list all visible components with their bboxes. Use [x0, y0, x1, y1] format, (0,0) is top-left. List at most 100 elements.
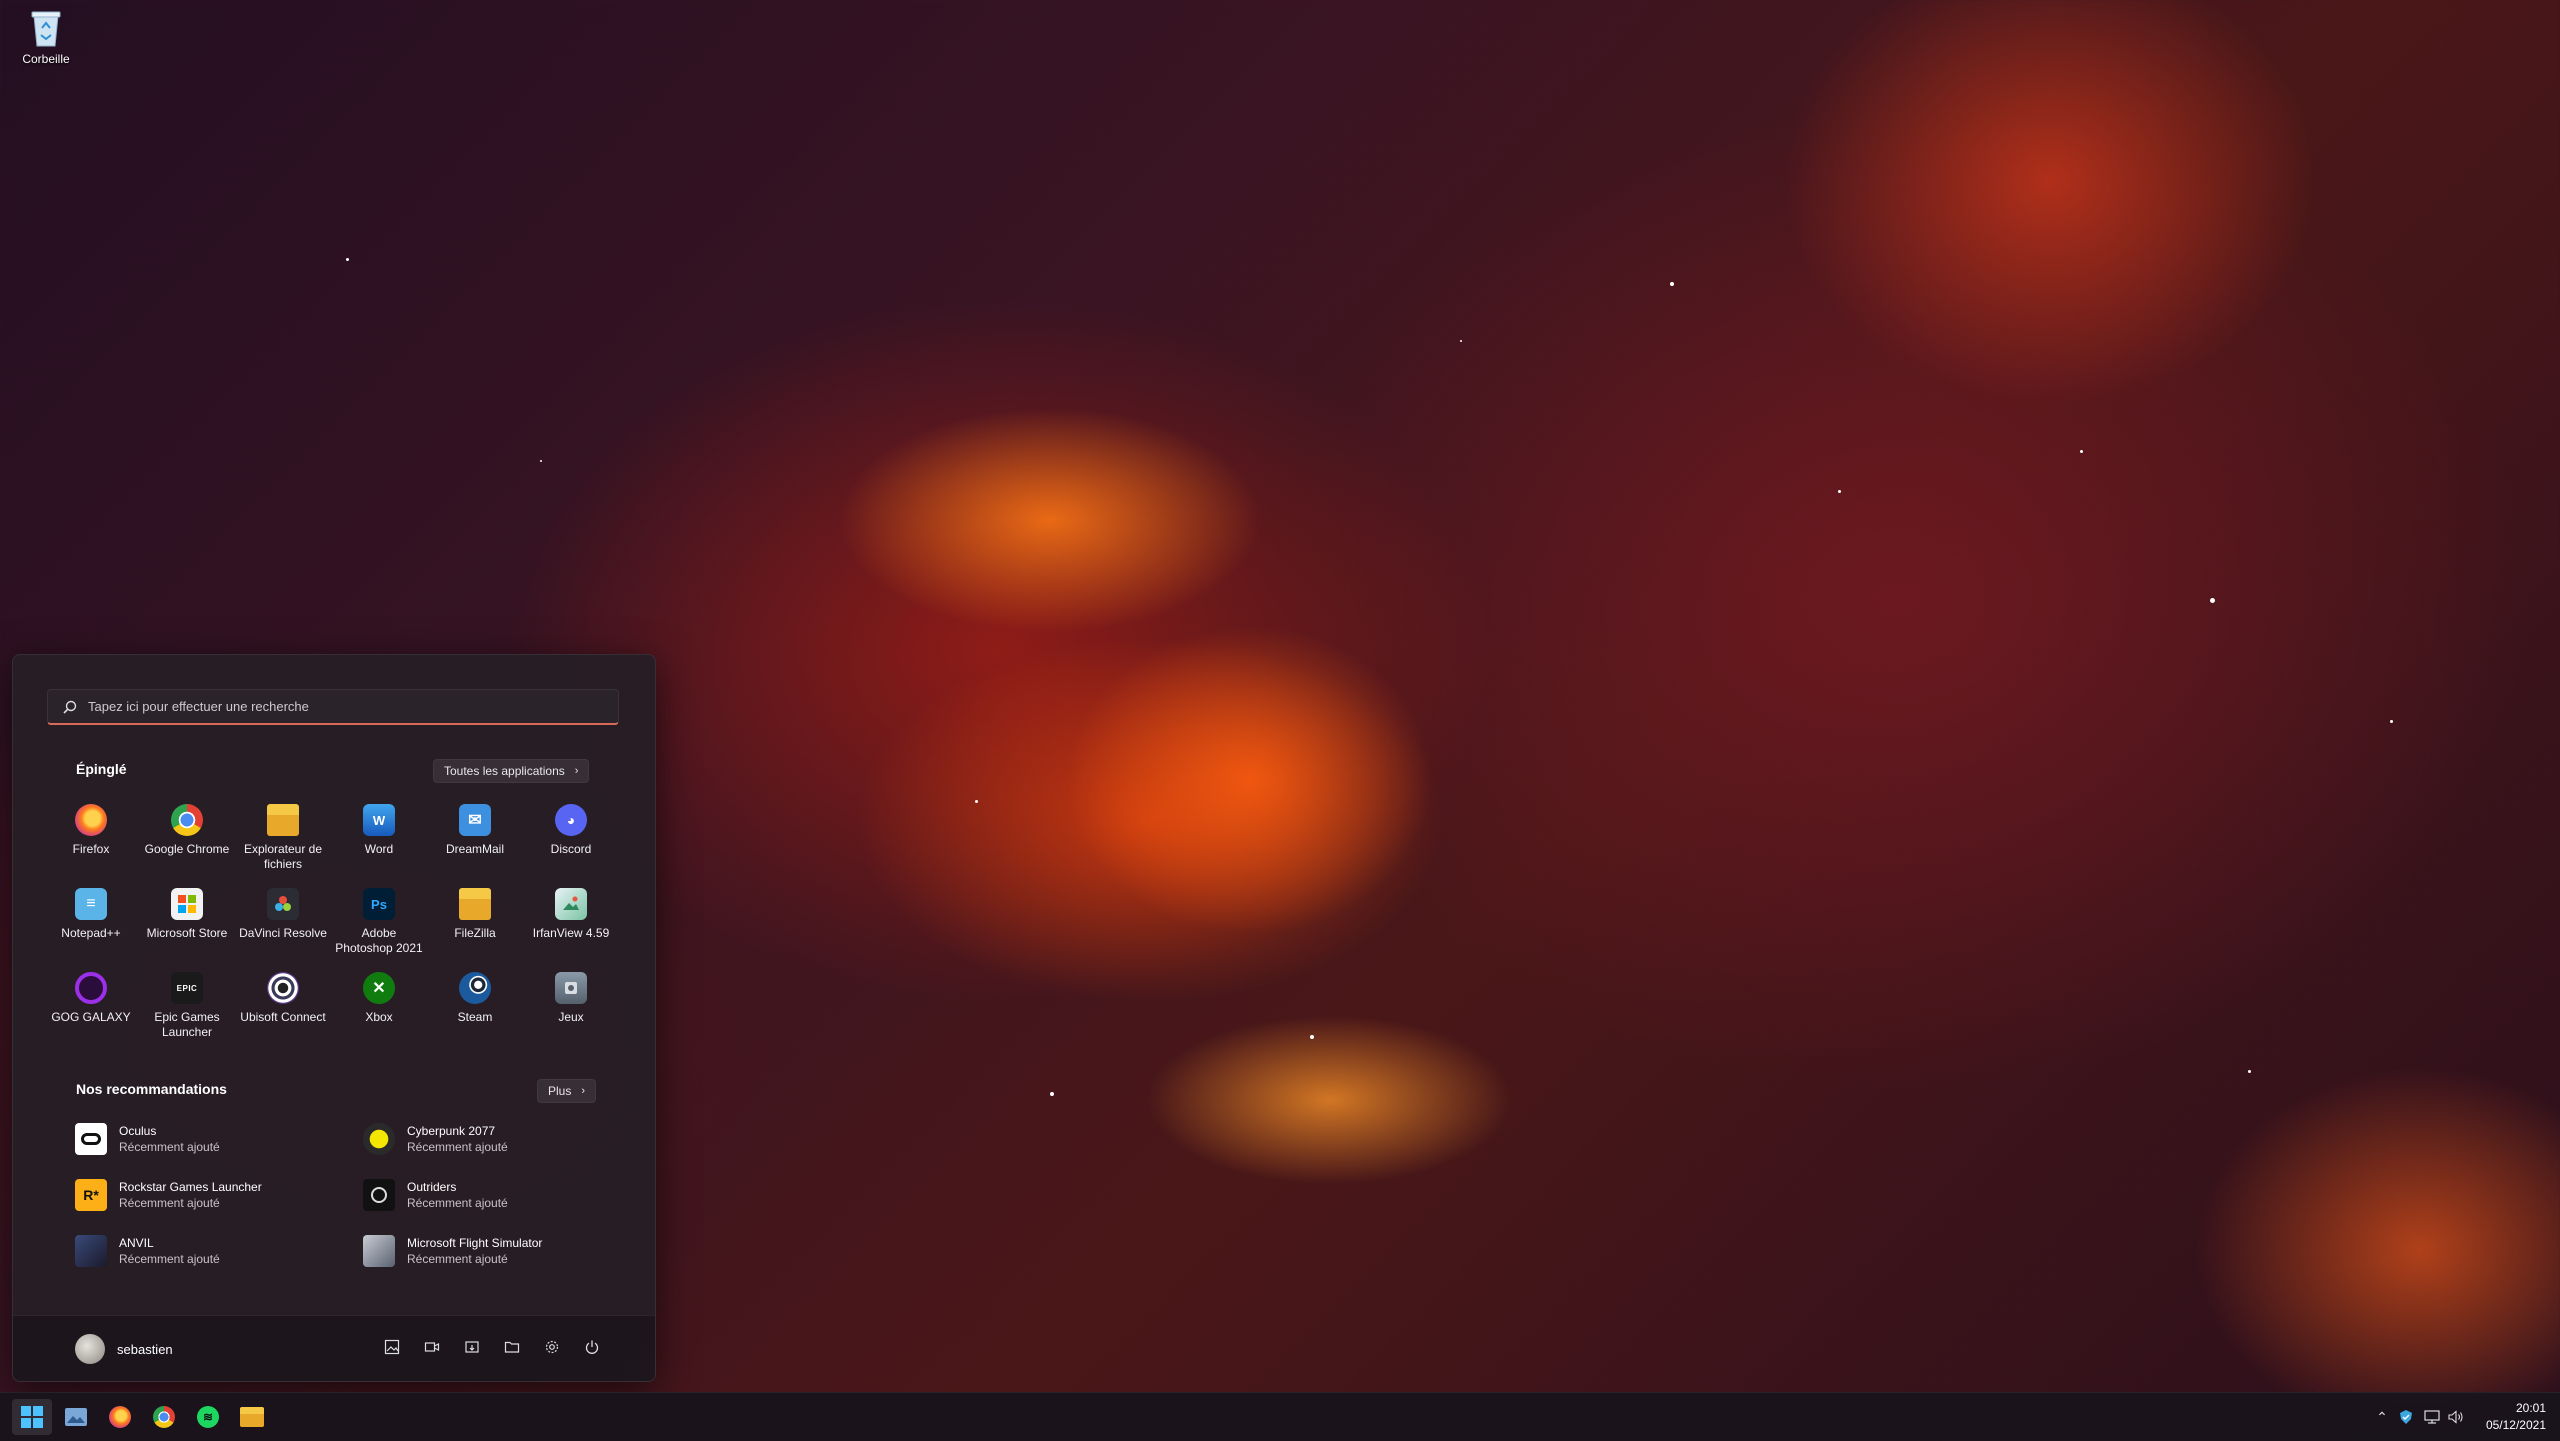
- app-label: DaVinci Resolve: [239, 926, 327, 940]
- pinned-app-file-explorer[interactable]: Explorateur de fichiers: [235, 800, 331, 884]
- file-explorer-icon: [267, 804, 299, 836]
- pinned-app-microsoft-store[interactable]: Microsoft Store: [139, 884, 235, 968]
- clock-date: 05/12/2021: [2485, 1418, 2546, 1432]
- taskbar-app-chrome[interactable]: [144, 1399, 184, 1435]
- davinci-resolve-icon: [267, 888, 299, 920]
- photoshop-icon: Ps: [363, 888, 395, 920]
- pinned-app-firefox[interactable]: Firefox: [43, 800, 139, 884]
- all-apps-label: Toutes les applications: [444, 764, 565, 778]
- recommended-subtitle: Récemment ajouté: [119, 1140, 220, 1154]
- pinned-app-filezilla[interactable]: FileZilla: [427, 884, 523, 968]
- more-label: Plus: [548, 1084, 572, 1098]
- star: [1460, 340, 1462, 342]
- recycle-bin-icon: [29, 8, 63, 48]
- star: [2248, 1070, 2251, 1073]
- steam-icon: [459, 972, 491, 1004]
- documents-icon[interactable]: [461, 1336, 483, 1358]
- irfanview-icon: [555, 888, 587, 920]
- pinned-app-discord[interactable]: ◕ Discord: [523, 800, 619, 884]
- star: [2210, 598, 2215, 603]
- taskbar-app-spotify[interactable]: ≋: [188, 1399, 228, 1435]
- search-icon: [63, 700, 77, 714]
- app-label: Notepad++: [61, 926, 121, 940]
- recommended-item-anvil[interactable]: ANVIL Récemment ajouté: [75, 1235, 345, 1267]
- pinned-app-epic-games[interactable]: EPIC Epic Games Launcher: [139, 968, 235, 1052]
- security-icon[interactable]: [2396, 1405, 2416, 1429]
- pinned-app-notepad-plus-plus[interactable]: ≡ Notepad++: [43, 884, 139, 968]
- app-label: DreamMail: [445, 842, 504, 856]
- spotify-icon: ≋: [197, 1406, 219, 1428]
- user-name: sebastien: [117, 1341, 173, 1357]
- app-label: Epic Games Launcher: [154, 1010, 220, 1039]
- pictures-icon[interactable]: [381, 1336, 403, 1358]
- recommended-name: Rockstar Games Launcher: [119, 1180, 262, 1194]
- recommended-item-cyberpunk[interactable]: Cyberpunk 2077 Récemment ajouté: [363, 1123, 633, 1155]
- recommended-item-outriders[interactable]: Outriders Récemment ajouté: [363, 1179, 633, 1211]
- recommended-item-rockstar[interactable]: R* Rockstar Games Launcher Récemment ajou…: [75, 1179, 345, 1211]
- pinned-app-davinci-resolve[interactable]: DaVinci Resolve: [235, 884, 331, 968]
- app-label: Jeux: [558, 1010, 584, 1024]
- cyberpunk-icon: [363, 1123, 395, 1155]
- recommended-title: Nos recommandations: [76, 1081, 227, 1097]
- star: [540, 460, 542, 462]
- app-label: Firefox: [72, 842, 110, 856]
- taskbar-app-photos[interactable]: [56, 1399, 96, 1435]
- recommended-name: Oculus: [119, 1124, 157, 1138]
- pinned-app-irfanview[interactable]: IrfanView 4.59: [523, 884, 619, 968]
- power-icon[interactable]: [581, 1336, 603, 1358]
- epic-games-icon: EPIC: [171, 972, 203, 1004]
- chrome-icon: [153, 1406, 175, 1428]
- recommended-name: ANVIL: [119, 1236, 154, 1250]
- chevron-up-icon[interactable]: ⌃: [2372, 1405, 2392, 1429]
- recommended-subtitle: Récemment ajouté: [119, 1196, 220, 1210]
- start-search-box[interactable]: Tapez ici pour effectuer une recherche: [47, 689, 619, 725]
- app-label: Xbox: [365, 1010, 393, 1024]
- taskbar-app-firefox[interactable]: [100, 1399, 140, 1435]
- clock-time: 20:01: [2515, 1401, 2546, 1415]
- start-button[interactable]: [12, 1399, 52, 1435]
- pinned-app-ubisoft-connect[interactable]: Ubisoft Connect: [235, 968, 331, 1052]
- pinned-app-chrome[interactable]: Google Chrome: [139, 800, 235, 884]
- recommended-subtitle: Récemment ajouté: [407, 1140, 508, 1154]
- notepad-plus-plus-icon: ≡: [75, 888, 107, 920]
- file-explorer-icon[interactable]: [501, 1336, 523, 1358]
- pinned-app-dreammail[interactable]: ✉ DreamMail: [427, 800, 523, 884]
- star: [1838, 490, 1841, 493]
- flight-simulator-icon: [363, 1235, 395, 1267]
- recommended-item-oculus[interactable]: Oculus Récemment ajouté: [75, 1123, 345, 1155]
- pinned-app-photoshop[interactable]: Ps Adobe Photoshop 2021: [331, 884, 427, 968]
- pinned-app-xbox[interactable]: ✕ Xbox: [331, 968, 427, 1052]
- desktop-icon-label: Corbeille: [22, 52, 70, 66]
- pinned-app-games-folder[interactable]: Jeux: [523, 968, 619, 1052]
- user-account-button[interactable]: sebastien: [75, 1334, 173, 1364]
- all-apps-button[interactable]: Toutes les applications ›: [433, 759, 590, 783]
- pinned-title: Épinglé: [76, 761, 127, 777]
- avatar: [75, 1334, 105, 1364]
- microsoft-store-icon: [171, 888, 203, 920]
- recommended-item-flight-simulator[interactable]: Microsoft Flight Simulator Récemment ajou…: [363, 1235, 633, 1267]
- pinned-app-steam[interactable]: Steam: [427, 968, 523, 1052]
- app-label: IrfanView 4.59: [532, 926, 610, 940]
- xbox-icon: ✕: [363, 972, 395, 1004]
- firefox-icon: [75, 804, 107, 836]
- recommended-name: Microsoft Flight Simulator: [407, 1236, 543, 1250]
- desktop-icon-recycle-bin[interactable]: Corbeille: [14, 8, 78, 66]
- pinned-app-gog-galaxy[interactable]: GOG GALAXY: [43, 968, 139, 1052]
- gog-galaxy-icon: [75, 972, 107, 1004]
- games-folder-icon: [555, 972, 587, 1004]
- more-button[interactable]: Plus ›: [537, 1079, 597, 1103]
- volume-icon[interactable]: [2446, 1405, 2466, 1429]
- app-label: Word: [364, 842, 394, 856]
- clock[interactable]: 20:01 05/12/2021: [2486, 1400, 2546, 1434]
- app-label: Explorateur de fichiers: [243, 842, 323, 871]
- taskbar-app-file-explorer[interactable]: [232, 1399, 272, 1435]
- videos-icon[interactable]: [421, 1336, 443, 1358]
- photos-icon: [65, 1408, 87, 1426]
- rockstar-icon: R*: [75, 1179, 107, 1211]
- network-icon[interactable]: [2422, 1405, 2442, 1429]
- settings-icon[interactable]: [541, 1336, 563, 1358]
- star: [1310, 1035, 1314, 1039]
- file-explorer-icon: [240, 1407, 264, 1427]
- pinned-app-word[interactable]: W Word: [331, 800, 427, 884]
- star: [2080, 450, 2083, 453]
